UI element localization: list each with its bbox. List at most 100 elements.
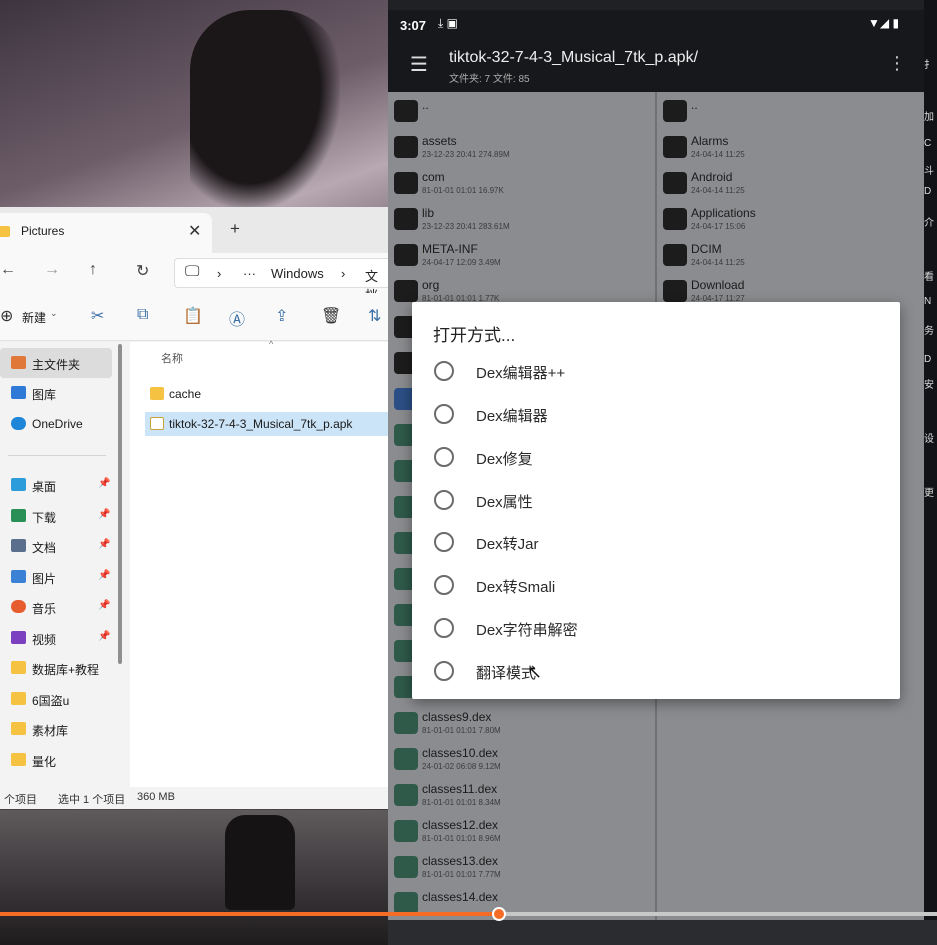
file-row[interactable]: cache	[145, 382, 390, 406]
sidebar-item-label: 文档	[32, 541, 57, 555]
sidebar-item-downloads[interactable]: 下载 📌	[0, 501, 112, 531]
app-title: tiktok-32-7-4-3_Musical_7tk_p.apk/	[449, 49, 699, 66]
sidebar-item-folder[interactable]: 素材库	[0, 714, 112, 744]
sort-icon[interactable]: ⇅	[368, 306, 381, 326]
option-dex-editor-plus[interactable]: Dex编辑器++	[433, 353, 873, 389]
back-icon[interactable]: ←	[0, 261, 16, 279]
sidebar-item-folder[interactable]: 6国盗u	[0, 684, 112, 714]
sidebar-item-desktop[interactable]: 桌面 📌	[0, 470, 112, 500]
option-dex-string-decrypt[interactable]: Dex字符串解密	[433, 610, 873, 646]
plus-circle-icon[interactable]: ⊕	[0, 306, 13, 326]
radio-button[interactable]	[434, 661, 454, 681]
file-row-selected[interactable]: tiktok-32-7-4-3_Musical_7tk_p.apk	[145, 412, 390, 436]
sidebar-scrollbar[interactable]	[118, 344, 122, 664]
item-name: Download	[691, 278, 745, 292]
more-vert-icon[interactable]: ⋮	[888, 53, 906, 74]
new-button[interactable]: 新建	[22, 309, 46, 326]
progress-knob[interactable]	[492, 907, 507, 921]
sidebar-item-music[interactable]: 音乐 📌	[0, 592, 112, 622]
folder-icon	[394, 136, 418, 158]
option-dex-properties[interactable]: Dex属性	[433, 482, 873, 518]
item-name: Applications	[691, 206, 756, 220]
list-item[interactable]: META-INF 24-04-17 12:09 3.49M	[392, 236, 652, 272]
list-item[interactable]: Alarms 24-04-14 11:25	[661, 128, 921, 164]
sidebar-item-pictures[interactable]: 图片 📌	[0, 562, 112, 592]
option-dex-repair[interactable]: Dex修复	[433, 439, 873, 475]
address-bar: ← → ↑ ↻ 🖵 › ··· Windows › 文档	[0, 253, 390, 303]
delete-icon[interactable]: 🗑	[321, 306, 341, 326]
tab-pictures[interactable]: Pictures ✕	[0, 213, 212, 253]
list-item[interactable]: DCIM 24-04-14 11:25	[661, 236, 921, 272]
sidebar-item-home[interactable]: 主文件夹	[0, 348, 112, 378]
pin-icon[interactable]: 📌	[98, 570, 110, 581]
folder-icon	[11, 753, 26, 766]
pin-icon[interactable]: 📌	[98, 478, 110, 489]
list-item[interactable]: ..	[392, 92, 652, 128]
phone-frame	[388, 0, 937, 10]
radio-button[interactable]	[434, 447, 454, 467]
rename-icon[interactable]: Ⓐ	[229, 306, 245, 330]
list-item[interactable]: lib 23-12-23 20:41 283.61M	[392, 200, 652, 236]
path-ellipsis[interactable]: ···	[243, 266, 256, 281]
list-item[interactable]: classes9.dex 81-01-01 01:01 7.80M	[392, 704, 652, 740]
option-dex-editor[interactable]: Dex编辑器	[433, 396, 873, 432]
sidebar-item-folder[interactable]: 数据库+教程	[0, 653, 112, 683]
list-item[interactable]: ..	[661, 92, 921, 128]
option-dex-to-smali[interactable]: Dex转Smali	[433, 567, 873, 603]
mouse-cursor-icon: ↖	[527, 662, 543, 682]
option-translate-mode[interactable]: 翻译模式	[433, 653, 873, 689]
column-header-name[interactable]: 名称	[161, 350, 183, 366]
list-item[interactable]: classes11.dex 81-01-01 01:01 8.34M	[392, 776, 652, 812]
close-icon[interactable]: ✕	[188, 221, 201, 241]
sidebar-item-folder[interactable]: 量化	[0, 745, 112, 775]
dex-file-icon	[394, 820, 418, 842]
radio-button[interactable]	[434, 490, 454, 510]
app-subtitle: 文件夹: 7 文件: 85	[449, 74, 530, 85]
pin-icon[interactable]: 📌	[98, 539, 110, 550]
sidebar-item-label: 桌面	[32, 480, 57, 494]
sidebar-item-videos[interactable]: 视频 📌	[0, 623, 112, 653]
chevron-down-icon[interactable]: ⌄	[50, 308, 58, 319]
forward-icon[interactable]: →	[44, 261, 60, 279]
list-item[interactable]: classes12.dex 81-01-01 01:01 8.96M	[392, 812, 652, 848]
sidebar-item-label: 数据库+教程	[32, 663, 100, 677]
menu-icon[interactable]: ☰	[410, 52, 428, 77]
radio-button[interactable]	[434, 404, 454, 424]
android-status-bar: 3:07 ⤓ ▣ ▼◢ ▮	[388, 10, 924, 40]
list-item[interactable]: classes10.dex 24-01-02 06:08 9.12M	[392, 740, 652, 776]
paste-icon[interactable]: 📋	[183, 306, 203, 326]
radio-button[interactable]	[434, 618, 454, 638]
path-windows[interactable]: Windows	[271, 266, 324, 281]
radio-button[interactable]	[434, 532, 454, 552]
item-name: ..	[422, 98, 429, 112]
sidebar-item-documents[interactable]: 文档 📌	[0, 531, 112, 561]
list-item[interactable]: com 81-01-01 01:01 16.97K	[392, 164, 652, 200]
item-name: classes13.dex	[422, 854, 499, 868]
sidebar-item-gallery[interactable]: 图库	[0, 378, 112, 408]
divider	[8, 455, 106, 456]
share-icon[interactable]: ⇪	[275, 306, 288, 326]
radio-button[interactable]	[434, 575, 454, 595]
list-item[interactable]: Android 24-04-14 11:25	[661, 164, 921, 200]
radio-button[interactable]	[434, 361, 454, 381]
pin-icon[interactable]: 📌	[98, 600, 110, 611]
list-item[interactable]: classes13.dex 81-01-01 01:01 7.77M	[392, 848, 652, 884]
cut-icon[interactable]: ✂	[91, 306, 104, 326]
folder-icon	[663, 172, 687, 194]
item-name: classes12.dex	[422, 818, 499, 832]
music-icon	[11, 600, 26, 613]
pin-icon[interactable]: 📌	[98, 631, 110, 642]
pin-icon[interactable]: 📌	[98, 509, 110, 520]
list-item[interactable]: assets 23-12-23 20:41 274.89M	[392, 128, 652, 164]
sidebar-item-onedrive[interactable]: OneDrive	[0, 409, 112, 439]
list-item[interactable]: Applications 24-04-17 15:06	[661, 200, 921, 236]
path-breadcrumb[interactable]: 🖵 › ··· Windows › 文档	[174, 258, 390, 303]
refresh-icon[interactable]: ↻	[136, 261, 149, 281]
up-icon[interactable]: ↑	[89, 261, 97, 279]
new-tab-icon[interactable]: +	[230, 219, 240, 239]
video-progress-bar[interactable]	[0, 907, 937, 921]
sort-up-icon: ^	[269, 339, 274, 349]
folder-icon	[394, 280, 418, 302]
option-dex-to-jar[interactable]: Dex转Jar	[433, 524, 873, 560]
copy-icon[interactable]: ⧉	[137, 306, 148, 324]
